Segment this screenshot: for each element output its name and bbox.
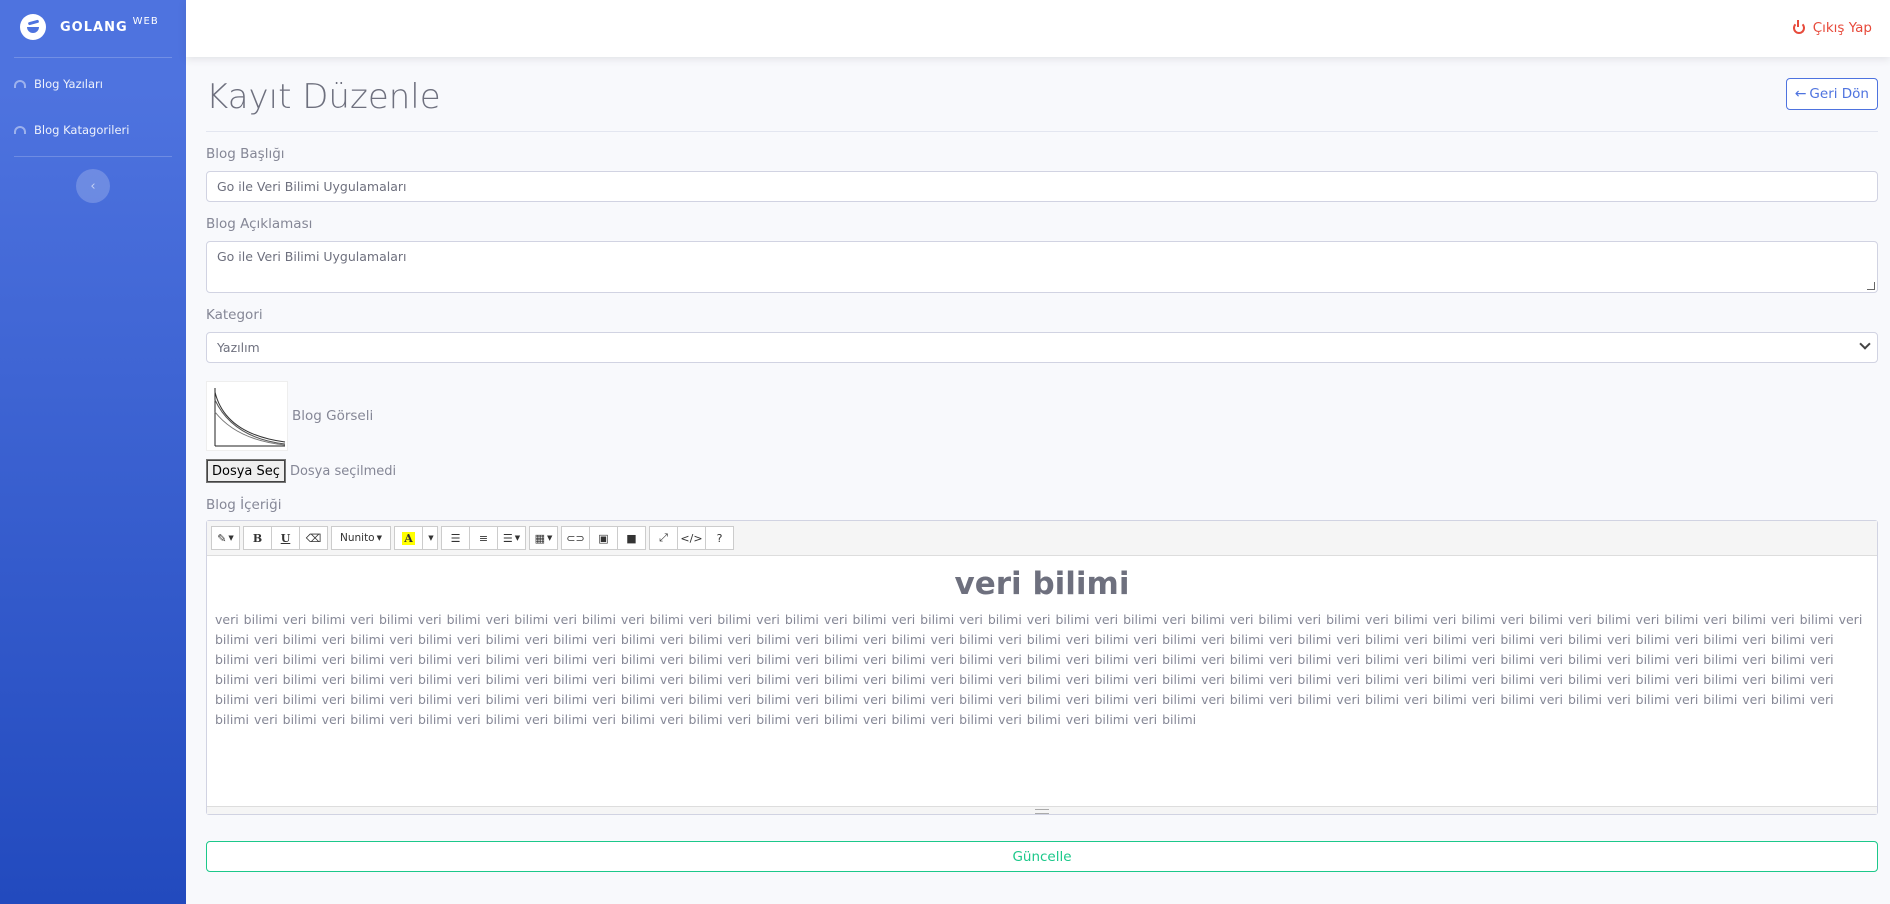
logout-link[interactable]: Çıkış Yap <box>1792 20 1872 36</box>
topbar: Çıkış Yap <box>186 0 1890 57</box>
help-button[interactable]: ? <box>705 526 734 550</box>
code-view-button[interactable]: </> <box>677 526 706 550</box>
editor-toolbar: ✎ ▼ B U ⌫ Nunito ▼ A ▼ ☰ ≡ ☰ ▼ ▦ ▼ ⊂⊃ ▣ … <box>207 521 1877 556</box>
insert-image-button[interactable]: ▣ <box>589 526 618 550</box>
decay-curve-graphic <box>214 388 286 447</box>
style-magic-button[interactable]: ✎ ▼ <box>211 526 240 550</box>
smile-logo-icon <box>20 14 46 40</box>
rich-text-editor: ✎ ▼ B U ⌫ Nunito ▼ A ▼ ☰ ≡ ☰ ▼ ▦ ▼ ⊂⊃ ▣ … <box>206 520 1878 815</box>
dashboard-icon <box>14 126 26 134</box>
bold-button[interactable]: B <box>243 526 272 550</box>
update-button[interactable]: Güncelle <box>206 841 1878 872</box>
back-button-label: Geri Dön <box>1809 86 1869 102</box>
question-icon: ? <box>716 531 723 545</box>
image-label: Blog Görseli <box>292 408 374 424</box>
brand-sup: WEB <box>132 15 159 27</box>
page-header: Kayıt Düzenle ← Geri Dön <box>206 57 1878 132</box>
text-color-button[interactable]: A <box>394 526 423 550</box>
category-selected-value: Yazılım <box>217 340 260 355</box>
video-icon: ■ <box>626 531 637 545</box>
title-label: Blog Başlığı <box>206 146 285 162</box>
expand-icon: ⤢ <box>659 531 668 544</box>
editor-content-area[interactable]: veri bilimi veri bilimi veri bilimi veri… <box>207 556 1877 806</box>
underline-button[interactable]: U <box>271 526 300 550</box>
font-family-value: Nunito <box>339 532 375 544</box>
ordered-list-button[interactable]: ≡ <box>469 526 498 550</box>
content-heading: veri bilimi <box>954 566 1130 602</box>
title-input-value: Go ile Veri Bilimi Uygulamaları <box>217 179 407 194</box>
align-left-icon: ☰ <box>502 531 513 545</box>
code-icon: </> <box>680 531 703 545</box>
power-icon <box>1792 20 1805 34</box>
title-input[interactable]: Go ile Veri Bilimi Uygulamaları <box>206 171 1878 202</box>
blog-image-thumbnail <box>206 381 288 451</box>
font-family-dropdown[interactable]: Nunito ▼ <box>331 526 391 550</box>
link-icon: ⊂⊃ <box>566 531 585 545</box>
sidebar-toggle-button[interactable]: ‹ <box>76 169 110 203</box>
table-icon: ▦ <box>534 531 545 545</box>
list-ol-icon: ≡ <box>478 531 489 545</box>
text-color-letter: A <box>402 531 415 545</box>
file-status: Dosya seçilmedi <box>289 463 397 479</box>
content-label: Blog İçeriği <box>206 497 282 513</box>
sidebar-item-blog-posts[interactable]: Blog Yazıları <box>0 61 186 107</box>
paragraph-align-dropdown[interactable]: ☰ ▼ <box>497 526 526 550</box>
category-label: Kategori <box>206 307 263 323</box>
sidebar-divider <box>14 156 172 157</box>
category-select[interactable]: Yazılım <box>206 332 1878 363</box>
sidebar-divider <box>14 57 172 58</box>
page-title: Kayıt Düzenle <box>206 77 441 117</box>
choose-file-button[interactable]: Dosya Seç <box>206 459 286 483</box>
image-row: Blog Görseli <box>206 381 1878 451</box>
chevron-down-icon <box>1859 338 1871 350</box>
description-textarea[interactable]: Go ile Veri Bilimi Uygulamaları <box>206 241 1878 293</box>
sidebar: GOLANG WEB Blog Yazıları Blog Katagorile… <box>0 0 186 904</box>
brand[interactable]: GOLANG WEB <box>0 0 186 54</box>
logout-label: Çıkış Yap <box>1812 20 1872 36</box>
sidebar-item-blog-categories[interactable]: Blog Katagorileri <box>0 107 186 153</box>
description-value: Go ile Veri Bilimi Uygulamaları <box>217 249 407 264</box>
dashboard-icon <box>14 80 26 88</box>
fullscreen-button[interactable]: ⤢ <box>649 526 678 550</box>
list-ul-icon: ☰ <box>450 531 461 545</box>
chevron-left-icon: ‹ <box>90 178 96 194</box>
sidebar-item-label: Blog Katagorileri <box>34 123 130 137</box>
editor-resize-bar[interactable] <box>207 806 1877 814</box>
description-label: Blog Açıklaması <box>206 216 313 232</box>
magic-wand-icon: ✎ <box>217 531 227 545</box>
brand-name: GOLANG <box>60 19 128 35</box>
image-icon: ▣ <box>598 531 609 545</box>
text-color-dropdown[interactable]: ▼ <box>422 526 438 550</box>
update-button-label: Güncelle <box>1012 848 1072 865</box>
table-dropdown[interactable]: ▦ ▼ <box>529 526 558 550</box>
arrow-left-icon: ← <box>1794 86 1807 102</box>
main-content: Kayıt Düzenle ← Geri Dön Blog Başlığı Go… <box>206 57 1878 872</box>
back-button[interactable]: ← Geri Dön <box>1785 78 1878 110</box>
clear-format-button[interactable]: ⌫ <box>299 526 328 550</box>
eraser-icon: ⌫ <box>305 531 322 545</box>
insert-link-button[interactable]: ⊂⊃ <box>561 526 590 550</box>
sidebar-item-label: Blog Yazıları <box>34 77 103 91</box>
file-input: Dosya Seç Dosya seçilmedi <box>206 459 1878 483</box>
insert-video-button[interactable]: ■ <box>617 526 646 550</box>
content-paragraph: veri bilimi veri bilimi veri bilimi veri… <box>215 612 1863 727</box>
unordered-list-button[interactable]: ☰ <box>441 526 470 550</box>
resize-grip-icon[interactable] <box>1867 282 1875 290</box>
